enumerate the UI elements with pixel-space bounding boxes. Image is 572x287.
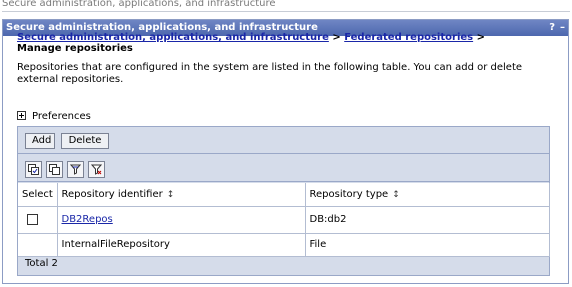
breadcrumb-separator: > xyxy=(328,32,345,43)
type-cell: File xyxy=(305,233,550,257)
breadcrumb-link-federated-repositories[interactable]: Federated repositories xyxy=(344,32,473,43)
table-row: InternalFileRepository File xyxy=(18,233,550,257)
breadcrumb-separator: > xyxy=(473,32,485,43)
collection-table: Add Delete Select Repository identifier ↕… xyxy=(17,126,550,276)
page-description: Repositories that are configured in the … xyxy=(17,62,523,85)
identifier-cell: InternalFileRepository xyxy=(57,233,306,257)
row-select-checkbox[interactable] xyxy=(27,213,38,225)
identifier-cell: DB2Repos xyxy=(57,206,306,234)
repositories-table: Select Repository identifier ↕ Repository… xyxy=(18,183,550,257)
page-title: Secure administration, applications, and… xyxy=(2,0,276,9)
breadcrumb-current: Manage repositories xyxy=(17,43,133,54)
add-button[interactable]: Add xyxy=(25,133,55,149)
title-divider xyxy=(2,11,570,12)
breadcrumb: Secure administration, applications, and… xyxy=(17,32,517,54)
column-header-select: Select xyxy=(18,183,58,207)
column-header-repository-type[interactable]: Repository type ↕ xyxy=(305,183,550,207)
minimize-icon[interactable]: – xyxy=(560,20,565,36)
sort-icon[interactable]: ↕ xyxy=(392,190,400,200)
clear-filter-icon[interactable] xyxy=(88,161,105,178)
show-filter-icon[interactable] xyxy=(67,161,84,178)
select-cell xyxy=(18,233,58,257)
select-cell xyxy=(18,206,58,234)
preferences-toggle[interactable]: Preferences xyxy=(17,110,91,123)
type-cell: DB:db2 xyxy=(305,206,550,234)
select-all-icon[interactable] xyxy=(25,161,42,178)
column-header-label: Repository identifier xyxy=(61,188,163,200)
expand-icon[interactable] xyxy=(17,111,26,120)
repository-link[interactable]: DB2Repos xyxy=(62,214,113,225)
column-header-label: Repository type xyxy=(309,188,389,200)
table-row: DB2Repos DB:db2 xyxy=(18,206,550,234)
column-header-repository-identifier[interactable]: Repository identifier ↕ xyxy=(57,183,306,207)
delete-button[interactable]: Delete xyxy=(61,133,109,149)
button-bar: Add Delete xyxy=(18,127,549,154)
preferences-label: Preferences xyxy=(32,111,91,122)
deselect-all-icon[interactable] xyxy=(46,161,63,178)
sort-icon[interactable]: ↕ xyxy=(167,190,175,200)
help-icon[interactable]: ? xyxy=(549,20,555,36)
breadcrumb-link-security[interactable]: Secure administration, applications, and… xyxy=(17,32,329,43)
table-total: Total 2 xyxy=(25,258,58,269)
table-toolbar xyxy=(18,155,549,182)
